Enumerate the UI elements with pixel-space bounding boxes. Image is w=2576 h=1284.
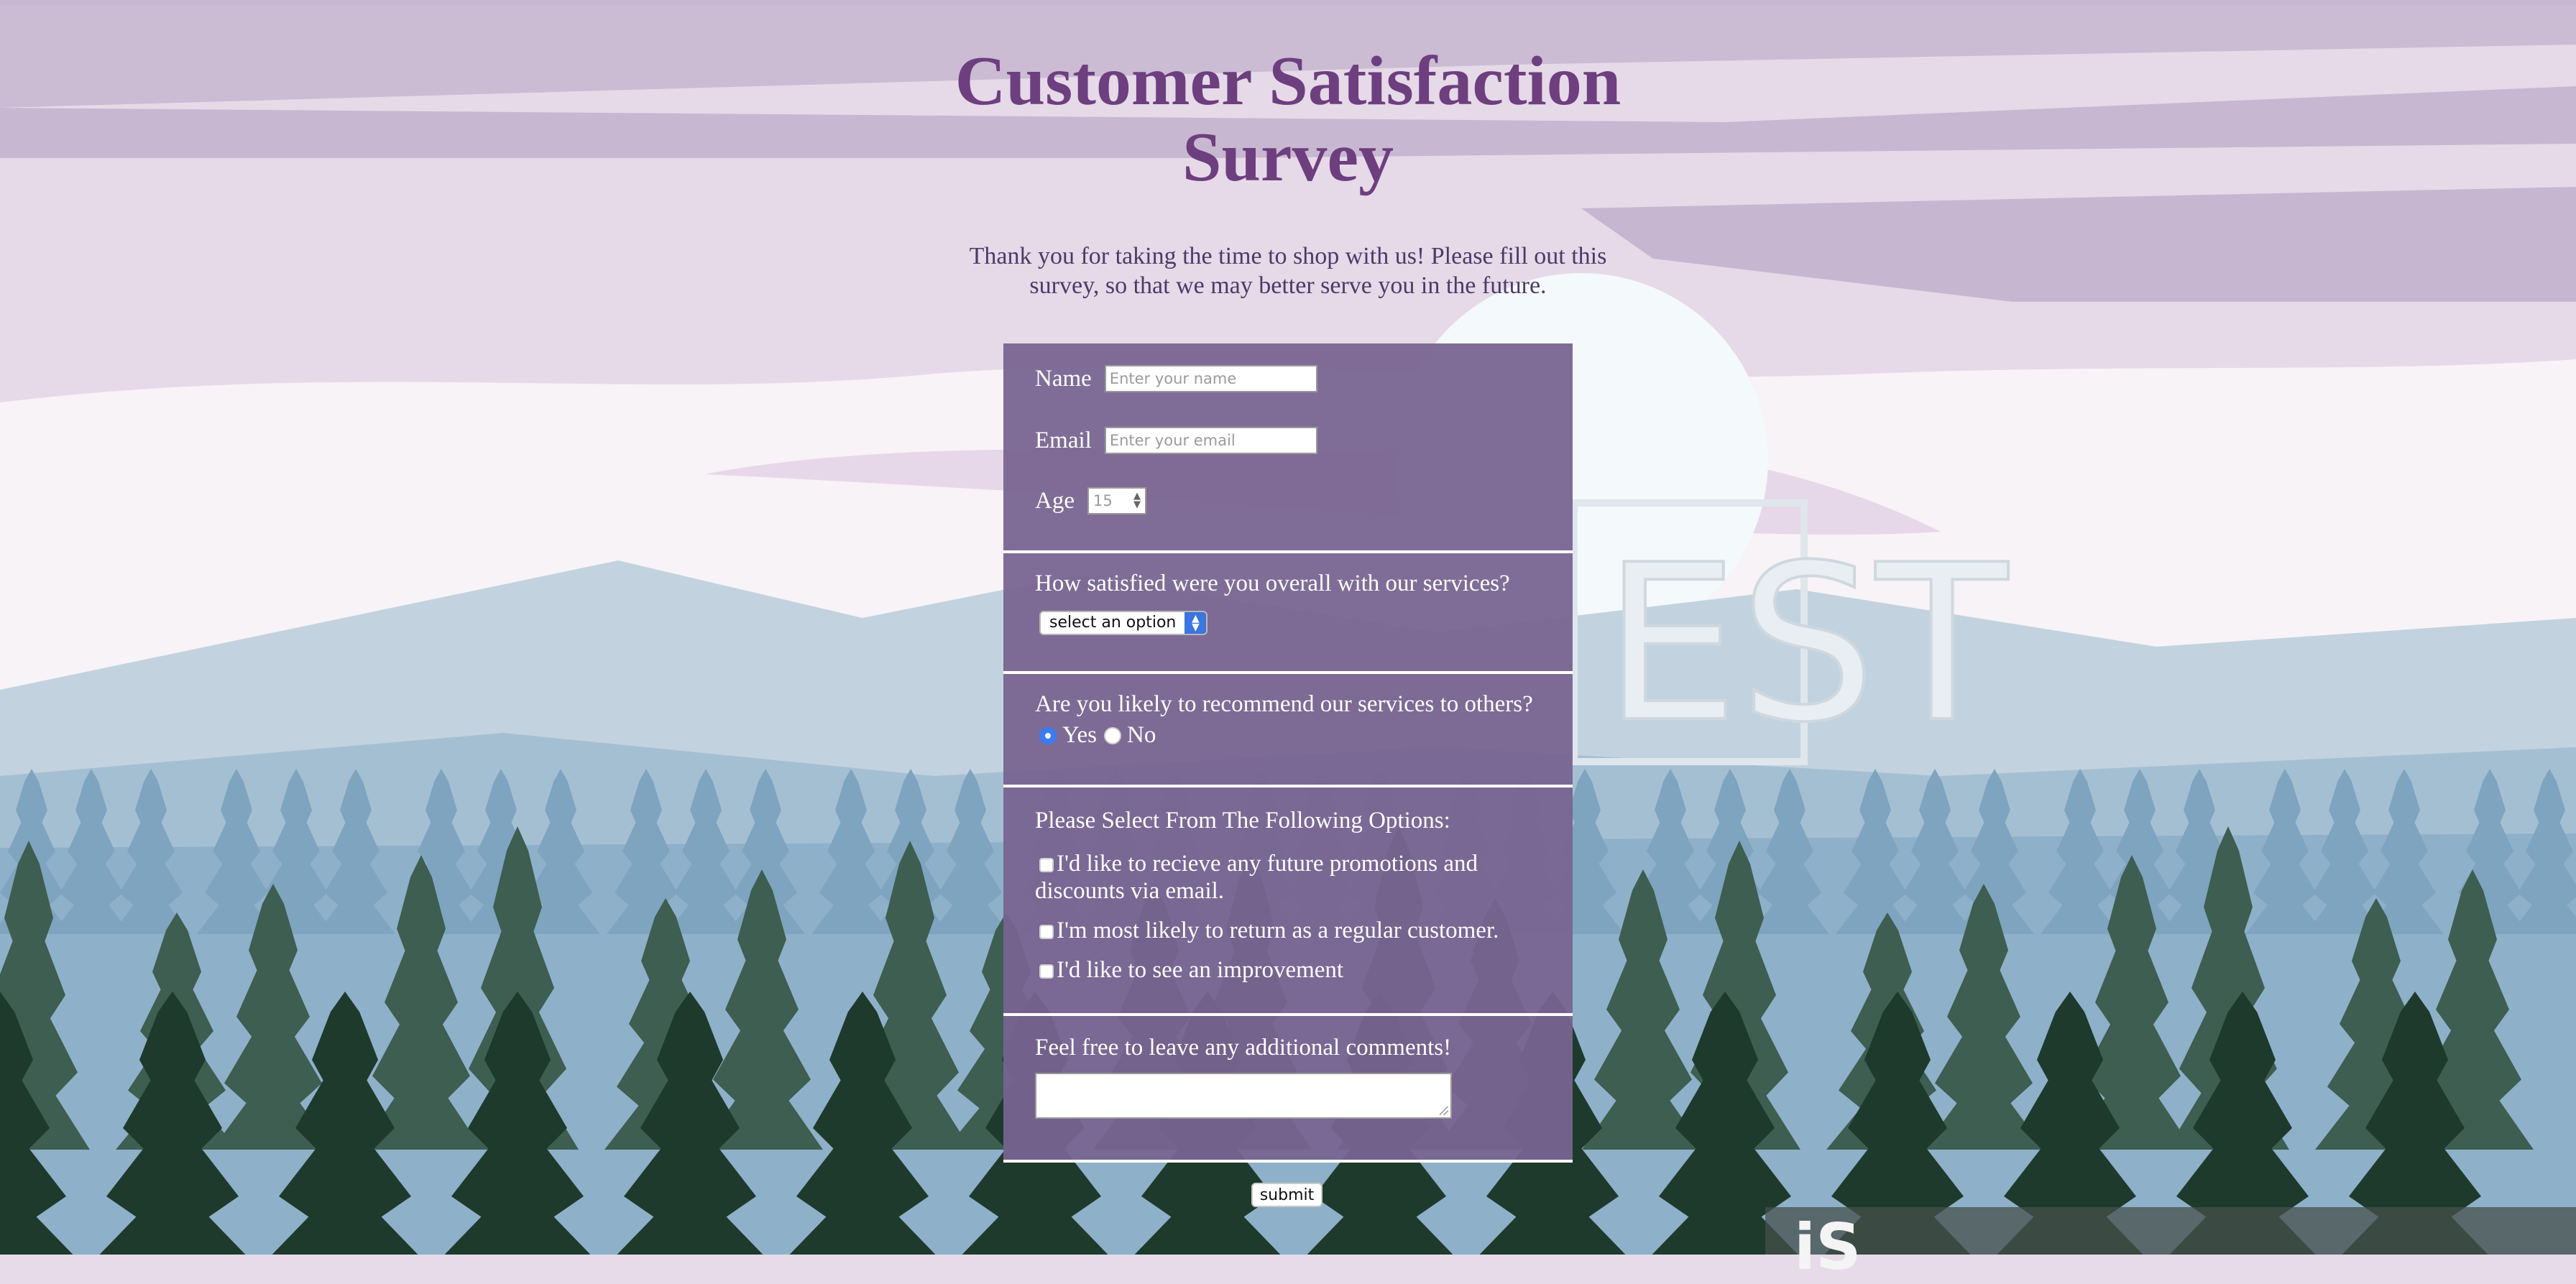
comments-label: Feel free to leave any additional commen… <box>1035 1035 1452 1061</box>
recommend-no-radio[interactable] <box>1104 726 1122 744</box>
name-label: Name <box>1035 365 1092 392</box>
recommend-yes-label: Yes <box>1062 722 1098 748</box>
recommend-section: Are you likely to recommend our services… <box>1003 674 1573 788</box>
submit-button[interactable]: submit <box>1251 1183 1322 1207</box>
resize-handle-icon[interactable] <box>1440 1107 1448 1115</box>
satisfaction-section: How satisfied were you overall with our … <box>1003 553 1573 674</box>
stepper-icon[interactable]: ▲ ▼ <box>1133 491 1141 509</box>
option-item: I'm most likely to return as a regular c… <box>1035 918 1541 944</box>
improvement-checkbox[interactable] <box>1039 964 1054 979</box>
recommend-question: Are you likely to recommend our services… <box>1035 691 1533 717</box>
satisfaction-select[interactable]: select an option ▲ ▼ <box>1039 610 1208 635</box>
option-item: I'd like to see an improvement <box>1035 957 1541 984</box>
option-item: I'd like to recieve any future promotion… <box>1035 850 1541 905</box>
options-section: Please Select From The Following Options… <box>1003 788 1573 1016</box>
age-value: 15 <box>1092 492 1113 509</box>
return-customer-label: I'm most likely to return as a regular c… <box>1057 918 1499 943</box>
personal-info-section: Name Email Age 15 ▲▼ <box>1003 343 1573 553</box>
survey-page: Customer Satisfaction Survey Thank you f… <box>0 0 2576 1279</box>
age-label: Age <box>1035 487 1075 514</box>
age-field: Age 15 ▲ ▼ <box>1035 487 1541 514</box>
satisfaction-selected-value: select an option <box>1049 614 1177 632</box>
options-heading: Please Select From The Following Options… <box>1035 808 1450 833</box>
comments-textarea[interactable] <box>1035 1073 1452 1119</box>
promotions-checkbox[interactable] <box>1039 858 1054 872</box>
name-input[interactable] <box>1104 365 1317 392</box>
page-title: Customer Satisfaction Survey <box>954 42 1622 196</box>
corner-badge: iS <box>1765 1207 2576 1279</box>
recommend-no-label: No <box>1127 722 1156 748</box>
survey-form: Name Email Age 15 ▲▼ How satisfied were … <box>1003 343 1573 1163</box>
age-input[interactable]: 15 ▲ ▼ <box>1087 487 1146 514</box>
recommend-options: Yes No <box>1035 722 1541 749</box>
return-customer-checkbox[interactable] <box>1039 925 1054 939</box>
email-input[interactable] <box>1104 427 1317 454</box>
satisfaction-question: How satisfied were you overall with our … <box>1035 571 1510 596</box>
email-field: Email <box>1035 427 1541 454</box>
email-label: Email <box>1035 427 1092 453</box>
recommend-yes-radio[interactable] <box>1039 726 1057 744</box>
promotions-label: I'd like to recieve any future promotion… <box>1035 851 1478 904</box>
badge-logo-text: iS <box>1794 1210 1862 1284</box>
comments-section: Feel free to leave any additional commen… <box>1003 1016 1573 1163</box>
intro-text: Thank you for taking the time to shop wi… <box>969 243 1607 299</box>
chevron-updown-icon: ▲ ▼ <box>1184 611 1207 634</box>
name-field: Name <box>1035 343 1541 392</box>
improvement-label: I'd like to see an improvement <box>1057 957 1344 983</box>
